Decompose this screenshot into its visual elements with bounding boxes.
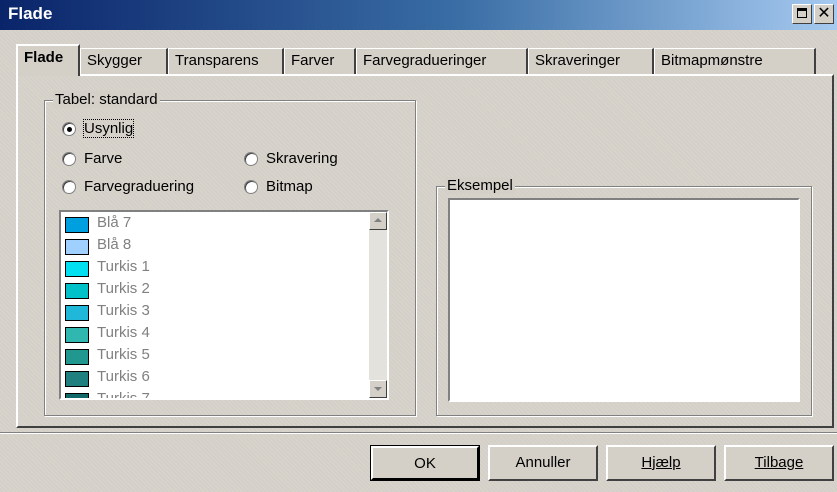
tab-transparens[interactable]: Transparens: [168, 48, 284, 74]
list-item-label: Turkis 1: [97, 258, 150, 275]
window-title: Flade: [8, 4, 53, 23]
tab-label: Bitmapmønstre: [661, 52, 763, 69]
maximize-icon: [797, 8, 807, 18]
radio-label-farvegraduering: Farvegraduering: [84, 178, 195, 195]
list-item-label: Blå 7: [97, 214, 132, 231]
title-bar[interactable]: Flade ✕: [0, 0, 837, 30]
color-swatch: [65, 261, 89, 277]
color-swatch: [65, 393, 89, 398]
list-item-label: Turkis 6: [97, 368, 150, 385]
preview-area: [448, 198, 800, 402]
radio-label-bitmap: Bitmap: [266, 178, 313, 195]
tab-label: Skygger: [87, 52, 143, 69]
ok-button[interactable]: OK: [370, 445, 480, 481]
close-icon: ✕: [817, 5, 831, 22]
maximize-button[interactable]: [792, 4, 812, 24]
radio-label-skravering: Skravering: [266, 150, 338, 167]
color-swatch: [65, 371, 89, 387]
list-scrollbar[interactable]: [369, 212, 387, 398]
scroll-up-button[interactable]: [369, 212, 387, 230]
radio-selected-dot: [67, 127, 72, 132]
tab-skygger[interactable]: Skygger: [80, 48, 168, 74]
tab-label: Farver: [291, 52, 335, 69]
cancel-button[interactable]: Annuller: [488, 445, 598, 481]
list-item-label: Turkis 2: [97, 280, 150, 297]
arrow-down-icon: [374, 387, 382, 391]
radio-circle: [244, 152, 258, 166]
color-swatch: [65, 349, 89, 365]
flade-dialog: Flade ✕ Flade Skygger Transparens Farver…: [0, 0, 837, 492]
bottom-separator: [0, 432, 837, 434]
list-item-label: Turkis 4: [97, 324, 150, 341]
close-button[interactable]: ✕: [814, 4, 834, 24]
tab-skraveringer[interactable]: Skraveringer: [528, 48, 654, 74]
list-item-label: Turkis 7: [97, 390, 150, 400]
tab-label: Farvegradueringer: [363, 52, 487, 69]
tab-label: Transparens: [175, 52, 259, 69]
fill-group-label: Tabel: standard: [53, 91, 160, 108]
color-swatch: [65, 239, 89, 255]
color-swatch: [65, 217, 89, 233]
ok-button-label: OK: [414, 455, 436, 472]
tab-label: Skraveringer: [535, 52, 621, 69]
reset-button-label: Tilbage: [754, 454, 804, 471]
tab-label: Flade: [24, 49, 64, 66]
radio-label-usynlig: Usynlig: [82, 119, 135, 138]
radio-circle: [62, 180, 76, 194]
color-swatch: [65, 305, 89, 321]
list-item-label: Turkis 3: [97, 302, 150, 319]
radio-circle: [62, 152, 76, 166]
tab-farvegradueringer[interactable]: Farvegradueringer: [356, 48, 528, 74]
tab-bitmapmoenstre[interactable]: Bitmapmønstre: [654, 48, 816, 74]
list-item-label: Turkis 5: [97, 346, 150, 363]
radio-circle: [244, 180, 258, 194]
radio-circle: [62, 122, 76, 136]
list-item-label: Blå 8: [97, 236, 132, 253]
preview-group-label: Eksempel: [445, 177, 515, 194]
reset-button[interactable]: Tilbage: [724, 445, 834, 481]
cancel-button-label: Annuller: [515, 454, 571, 471]
help-button-label: Hjælp: [641, 454, 681, 471]
color-swatch: [65, 283, 89, 299]
color-swatch: [65, 327, 89, 343]
tab-farver[interactable]: Farver: [284, 48, 356, 74]
scroll-down-button[interactable]: [369, 380, 387, 398]
tab-flade[interactable]: Flade: [16, 44, 80, 76]
arrow-up-icon: [374, 218, 382, 222]
help-button[interactable]: Hjælp: [606, 445, 716, 481]
radio-label-farve: Farve: [84, 150, 123, 167]
color-listbox[interactable]: Blå 7 Blå 8 Turkis 1 Turkis 2 Turkis 3 T…: [59, 210, 389, 400]
